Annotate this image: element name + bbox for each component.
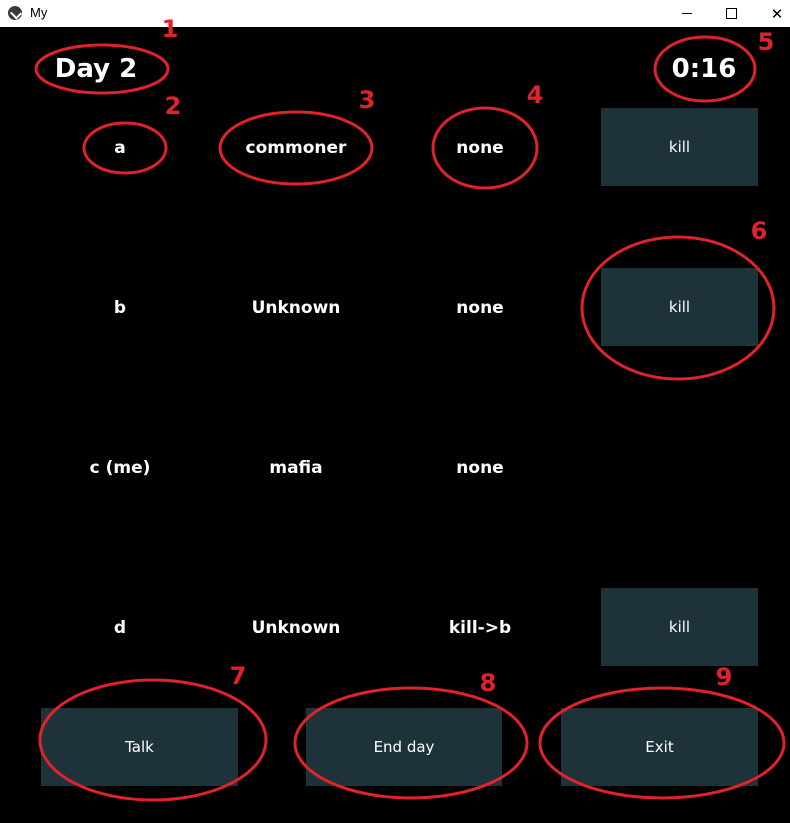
player-action: kill->b xyxy=(448,618,512,638)
maximize-icon xyxy=(725,8,737,19)
end-day-button[interactable]: End day xyxy=(306,708,502,786)
player-action: none xyxy=(456,458,504,478)
player-name: c (me) xyxy=(89,458,151,478)
talk-button[interactable]: Talk xyxy=(41,708,238,786)
annotation-number: 4 xyxy=(526,81,544,109)
player-name: b xyxy=(113,298,127,318)
app-icon xyxy=(8,6,22,20)
window-title: My xyxy=(30,5,48,20)
window-titlebar: My ✕ xyxy=(0,0,790,27)
minimize-button[interactable] xyxy=(664,0,710,27)
player-role: commoner xyxy=(245,138,347,158)
annotation-number: 2 xyxy=(164,92,182,120)
player-role: Unknown xyxy=(251,618,341,638)
annotation-number: 3 xyxy=(358,86,376,114)
annotation-number: 8 xyxy=(479,669,497,697)
close-button[interactable]: ✕ xyxy=(754,0,790,27)
player-name: a xyxy=(114,138,126,158)
annotation-number: 7 xyxy=(229,662,247,690)
player-action: none xyxy=(456,298,504,318)
player-role: mafia xyxy=(269,458,323,478)
timer: 0:16 xyxy=(671,54,737,84)
player-role: Unknown xyxy=(251,298,341,318)
minimize-icon xyxy=(682,13,692,14)
kill-button-a[interactable]: kill xyxy=(601,108,758,186)
annotation-number: 1 xyxy=(161,15,179,43)
exit-button[interactable]: Exit xyxy=(561,708,758,786)
annotation-number: 9 xyxy=(715,663,733,691)
maximize-button[interactable] xyxy=(708,0,754,27)
annotation-number: 6 xyxy=(750,217,768,245)
annotation-number: 5 xyxy=(757,28,775,56)
player-name: d xyxy=(113,618,127,638)
close-icon: ✕ xyxy=(770,5,784,23)
kill-button-d[interactable]: kill xyxy=(601,588,758,666)
day-label: Day 2 xyxy=(54,54,138,84)
kill-button-b[interactable]: kill xyxy=(601,268,758,346)
player-action: none xyxy=(456,138,504,158)
